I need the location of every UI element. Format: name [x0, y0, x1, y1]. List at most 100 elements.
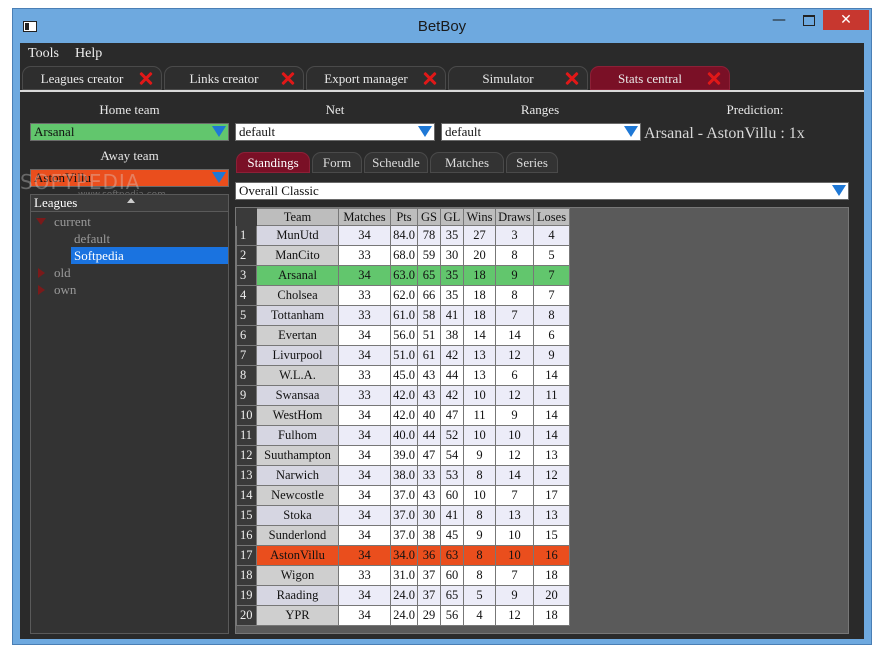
- column-header-loses[interactable]: Loses: [533, 208, 570, 226]
- menu-help[interactable]: Help: [75, 46, 102, 62]
- tree-item-old[interactable]: old: [31, 264, 228, 281]
- table-row[interactable]: 17 AstonVillu 34 34.0 36 63 8 10 16: [236, 545, 570, 566]
- table-row[interactable]: 3 Arsanal 34 63.0 65 35 18 9 7: [236, 265, 570, 286]
- column-header-gl[interactable]: GL: [440, 208, 464, 226]
- column-header-team[interactable]: Team: [256, 208, 339, 226]
- wins-cell: 13: [463, 345, 496, 366]
- loses-cell: 14: [533, 365, 570, 386]
- table-row[interactable]: 18 Wigon 33 31.0 37 60 8 7 18: [236, 565, 570, 586]
- column-header-gs[interactable]: GS: [417, 208, 441, 226]
- column-header-wins[interactable]: Wins: [463, 208, 496, 226]
- minimize-button[interactable]: —: [765, 10, 793, 30]
- column-header-pts[interactable]: Pts: [390, 208, 418, 226]
- home-team-select[interactable]: Arsanal: [30, 123, 229, 141]
- gl-cell: 42: [440, 385, 464, 406]
- table-row[interactable]: 8 W.L.A. 33 45.0 43 44 13 6 14: [236, 365, 570, 386]
- gs-cell: 37: [417, 585, 441, 606]
- table-row[interactable]: 14 Newcostle 34 37.0 43 60 10 7 17: [236, 485, 570, 506]
- row-number: 12: [236, 445, 257, 466]
- leagues-header[interactable]: Leagues: [31, 195, 228, 212]
- table-row[interactable]: 6 Evertan 34 56.0 51 38 14 14 6: [236, 325, 570, 346]
- draws-cell: 10: [495, 525, 534, 546]
- subtab-matches[interactable]: Matches: [430, 152, 504, 173]
- table-row[interactable]: 1 MunUtd 34 84.0 78 35 27 3 4: [236, 225, 570, 246]
- tree-item-current[interactable]: current: [31, 213, 228, 230]
- pts-cell: 51.0: [390, 345, 418, 366]
- gl-cell: 42: [440, 345, 464, 366]
- table-row[interactable]: 7 Livurpool 34 51.0 61 42 13 12 9: [236, 345, 570, 366]
- table-row[interactable]: 13 Narwich 34 38.0 33 53 8 14 12: [236, 465, 570, 486]
- subtab-standings[interactable]: Standings: [236, 152, 310, 173]
- table-row[interactable]: 11 Fulhom 34 40.0 44 52 10 10 14: [236, 425, 570, 446]
- gs-cell: 43: [417, 365, 441, 386]
- wins-cell: 18: [463, 285, 496, 306]
- tab-stats-central[interactable]: Stats central: [590, 66, 730, 90]
- pts-cell: 24.0: [390, 605, 418, 626]
- close-tab-icon[interactable]: [563, 69, 581, 87]
- column-header-draws[interactable]: Draws: [495, 208, 534, 226]
- matches-cell: 34: [338, 485, 391, 506]
- maximize-button[interactable]: [795, 10, 823, 30]
- gl-cell: 52: [440, 425, 464, 446]
- gl-cell: 47: [440, 405, 464, 426]
- close-tab-icon[interactable]: [421, 69, 439, 87]
- close-tab-icon[interactable]: [705, 69, 723, 87]
- tree-item-label: Softpedia: [74, 248, 124, 263]
- team-cell: ManCito: [256, 245, 339, 266]
- menu-tools[interactable]: Tools: [28, 46, 59, 62]
- standings-type-select[interactable]: Overall Classic: [235, 182, 849, 200]
- tab-simulator[interactable]: Simulator: [448, 66, 588, 90]
- client-area: Tools Help Leagues creator Links creator…: [20, 43, 864, 639]
- tree-item-softpedia[interactable]: Softpedia: [71, 247, 228, 264]
- table-row[interactable]: 10 WestHom 34 42.0 40 47 11 9 14: [236, 405, 570, 426]
- wins-cell: 10: [463, 425, 496, 446]
- row-number: 15: [236, 505, 257, 526]
- table-row[interactable]: 2 ManCito 33 68.0 59 30 20 8 5: [236, 245, 570, 266]
- team-cell: Wigon: [256, 565, 339, 586]
- table-row[interactable]: 5 Tottanham 33 61.0 58 41 18 7 8: [236, 305, 570, 326]
- collapsed-arrow-icon[interactable]: [38, 268, 45, 278]
- tree-item-own[interactable]: own: [31, 281, 228, 298]
- tree-item-label: own: [54, 282, 77, 297]
- subtab-form[interactable]: Form: [312, 152, 362, 173]
- close-button[interactable]: ✕: [823, 10, 869, 30]
- row-number: 14: [236, 485, 257, 506]
- team-cell: Sunderlond: [256, 525, 339, 546]
- close-tab-icon[interactable]: [137, 69, 155, 87]
- dropdown-arrow-icon: [624, 126, 638, 137]
- table-row[interactable]: 15 Stoka 34 37.0 30 41 8 13 13: [236, 505, 570, 526]
- tab-leagues-creator[interactable]: Leagues creator: [22, 66, 162, 90]
- table-row[interactable]: 4 Cholsea 33 62.0 66 35 18 8 7: [236, 285, 570, 306]
- pts-cell: 39.0: [390, 445, 418, 466]
- team-cell: WestHom: [256, 405, 339, 426]
- row-number: 5: [236, 305, 257, 326]
- net-select[interactable]: default: [235, 123, 435, 141]
- subtab-scheudle[interactable]: Scheudle: [364, 152, 428, 173]
- gl-cell: 30: [440, 245, 464, 266]
- column-header-matches[interactable]: Matches: [338, 208, 391, 226]
- team-cell: Cholsea: [256, 285, 339, 306]
- pts-cell: 34.0: [390, 545, 418, 566]
- team-cell: Fulhom: [256, 425, 339, 446]
- tree-item-default[interactable]: default: [71, 230, 228, 247]
- matches-cell: 33: [338, 365, 391, 386]
- ranges-select[interactable]: default: [441, 123, 641, 141]
- table-row[interactable]: 12 Suuthampton 34 39.0 47 54 9 12 13: [236, 445, 570, 466]
- table-row[interactable]: 20 YPR 34 24.0 29 56 4 12 18: [236, 605, 570, 626]
- table-row[interactable]: 9 Swansaa 33 42.0 43 42 10 12 11: [236, 385, 570, 406]
- tab-links-creator[interactable]: Links creator: [164, 66, 304, 90]
- wins-cell: 10: [463, 485, 496, 506]
- subtab-series[interactable]: Series: [506, 152, 558, 173]
- matches-cell: 33: [338, 285, 391, 306]
- table-row[interactable]: 19 Raading 34 24.0 37 65 5 9 20: [236, 585, 570, 606]
- tab-export-manager[interactable]: Export manager: [306, 66, 446, 90]
- expand-arrow-icon[interactable]: [36, 218, 46, 225]
- collapsed-arrow-icon[interactable]: [38, 285, 45, 295]
- close-tab-icon[interactable]: [279, 69, 297, 87]
- loses-cell: 14: [533, 405, 570, 426]
- loses-cell: 13: [533, 505, 570, 526]
- matches-cell: 33: [338, 305, 391, 326]
- table-row[interactable]: 16 Sunderlond 34 37.0 38 45 9 10 15: [236, 525, 570, 546]
- title-bar[interactable]: BetBoy — ✕: [13, 9, 871, 43]
- gl-cell: 60: [440, 485, 464, 506]
